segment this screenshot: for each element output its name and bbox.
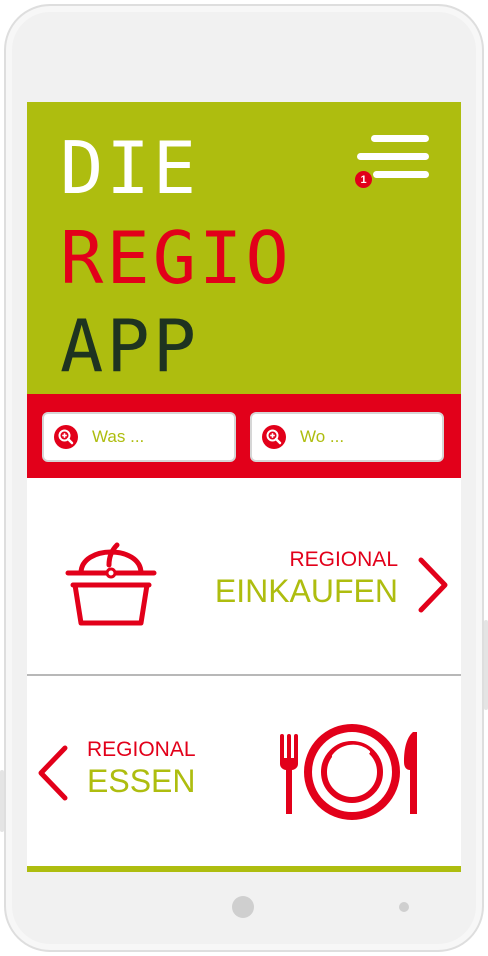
logo-line-die: DIE	[60, 126, 200, 210]
tile-title: EINKAUFEN	[214, 573, 398, 609]
search-icon	[262, 425, 286, 449]
logo-line-regio: REGIO	[60, 216, 292, 300]
search-where-field[interactable]	[250, 412, 444, 462]
shopping-basket-icon	[65, 542, 157, 626]
search-what-input[interactable]	[92, 427, 232, 447]
tile-title: ESSEN	[87, 763, 196, 799]
tile-kicker: REGIONAL	[289, 548, 398, 571]
app-screen: DIE REGIO APP 1 Was ... Wo ... REGIONAL …	[27, 102, 461, 872]
phone-side-button	[0, 770, 4, 832]
search-icon	[54, 425, 78, 449]
logo-line-app: APP	[60, 304, 200, 388]
home-button[interactable]	[232, 896, 254, 918]
phone-sensor	[399, 902, 409, 912]
search-what-field[interactable]	[42, 412, 236, 462]
search-bar	[27, 394, 461, 478]
app-header: DIE REGIO APP 1	[27, 102, 461, 394]
tile-kicker: REGIONAL	[87, 738, 196, 761]
search-where-input[interactable]	[300, 427, 440, 447]
tile-regional-einkaufen[interactable]: REGIONAL EINKAUFEN	[27, 478, 461, 675]
screen-bottom-bar	[27, 866, 461, 872]
plate-cutlery-icon	[280, 724, 417, 820]
tile-regional-essen[interactable]: REGIONAL ESSEN	[27, 676, 461, 872]
notification-badge[interactable]: 1	[353, 169, 374, 190]
phone-side-button	[484, 620, 488, 710]
chevron-left-icon[interactable]	[35, 744, 71, 802]
chevron-right-icon[interactable]	[415, 556, 451, 614]
